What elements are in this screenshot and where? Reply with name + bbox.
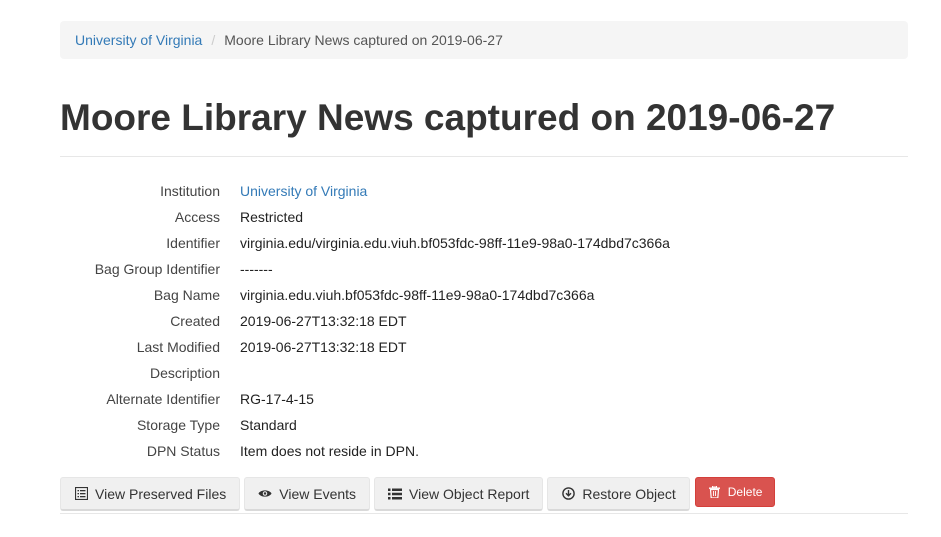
- detail-value: virginia.edu/virginia.edu.viuh.bf053fdc-…: [240, 235, 670, 251]
- detail-row-access: Access Restricted: [60, 204, 908, 230]
- detail-row-bag-name: Bag Name virginia.edu.viuh.bf053fdc-98ff…: [60, 282, 908, 308]
- breadcrumb-current: Moore Library News captured on 2019-06-2…: [224, 32, 503, 48]
- delete-button[interactable]: Delete: [694, 477, 776, 507]
- detail-row-created: Created 2019-06-27T13:32:18 EDT: [60, 308, 908, 334]
- detail-label: Last Modified: [136, 339, 220, 355]
- breadcrumb-separator: /: [211, 32, 216, 48]
- view-events-button[interactable]: View Events: [244, 477, 371, 511]
- detail-label: Access: [174, 209, 220, 225]
- download-circle-icon: [561, 487, 575, 501]
- detail-label: Storage Type: [136, 417, 220, 433]
- list-icon: [388, 487, 403, 501]
- breadcrumb: University of Virginia / Moore Library N…: [60, 21, 908, 59]
- detail-value: -------: [240, 261, 273, 277]
- detail-value: 2019-06-27T13:32:18 EDT: [240, 339, 407, 355]
- institution-link[interactable]: University of Virginia: [240, 183, 367, 199]
- detail-label: DPN Status: [146, 443, 220, 459]
- detail-label: Bag Group Identifier: [94, 261, 220, 277]
- detail-value: Item does not reside in DPN.: [240, 443, 419, 459]
- eye-icon: [258, 487, 272, 501]
- detail-row-institution: Institution University of Virginia: [60, 178, 908, 204]
- detail-label: Alternate Identifier: [106, 391, 220, 407]
- detail-row-bag-group-identifier: Bag Group Identifier -------: [60, 256, 908, 282]
- view-object-report-button[interactable]: View Object Report: [374, 477, 544, 511]
- detail-row-storage-type: Storage Type Standard: [60, 412, 908, 438]
- detail-label: Bag Name: [153, 287, 220, 303]
- detail-value: 2019-06-27T13:32:18 EDT: [240, 313, 407, 329]
- restore-object-label: Restore Object: [582, 485, 676, 502]
- view-events-label: View Events: [279, 485, 357, 502]
- view-preserved-files-label: View Preserved Files: [95, 485, 227, 502]
- delete-label: Delete: [727, 485, 763, 499]
- view-preserved-files-button[interactable]: View Preserved Files: [60, 477, 241, 511]
- object-details: Institution University of Virginia Acces…: [60, 178, 908, 464]
- divider: [60, 156, 908, 157]
- detail-row-alternate-identifier: Alternate Identifier RG-17-4-15: [60, 386, 908, 412]
- restore-object-button[interactable]: Restore Object: [547, 477, 690, 511]
- view-object-report-label: View Object Report: [409, 485, 530, 502]
- detail-value: Standard: [240, 417, 297, 433]
- detail-label: Description: [149, 365, 220, 381]
- detail-value: virginia.edu.viuh.bf053fdc-98ff-11e9-98a…: [240, 287, 595, 303]
- breadcrumb-link-university[interactable]: University of Virginia: [75, 32, 202, 48]
- detail-row-last-modified: Last Modified 2019-06-27T13:32:18 EDT: [60, 334, 908, 360]
- action-bar: View Preserved Files View Events View Ob…: [60, 477, 908, 514]
- trash-icon: [708, 485, 722, 499]
- list-alt-icon: [74, 487, 88, 501]
- detail-row-identifier: Identifier virginia.edu/virginia.edu.viu…: [60, 230, 908, 256]
- detail-label: Created: [170, 313, 220, 329]
- detail-row-dpn-status: DPN Status Item does not reside in DPN.: [60, 438, 908, 464]
- detail-value: RG-17-4-15: [240, 391, 314, 407]
- detail-value: Restricted: [240, 209, 304, 225]
- detail-label: Institution: [160, 183, 220, 199]
- detail-label: Identifier: [166, 235, 220, 251]
- page-title: Moore Library News captured on 2019-06-2…: [60, 97, 836, 138]
- detail-row-description: Description: [60, 360, 908, 386]
